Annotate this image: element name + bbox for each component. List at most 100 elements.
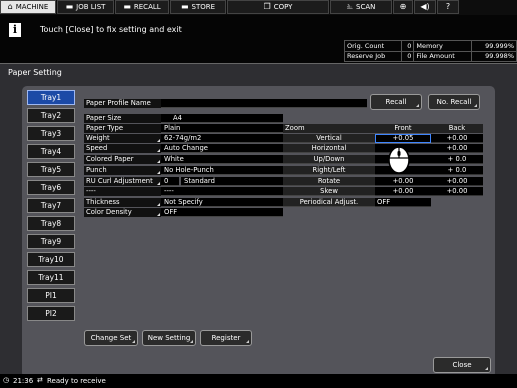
speed-button[interactable]: Speed bbox=[84, 144, 161, 153]
printer-icon: ▬ bbox=[123, 2, 131, 11]
change-set-button[interactable]: Change Set bbox=[84, 330, 138, 346]
tab-scan[interactable]: ⎁ SCAN bbox=[330, 0, 392, 14]
orig-count-value: 0 bbox=[401, 40, 415, 52]
back-rotate-cell[interactable]: +0.00 bbox=[431, 177, 483, 186]
printer-icon: ▬ bbox=[180, 2, 189, 11]
reserve-job-label: Reserve Job bbox=[343, 50, 403, 62]
tray-button[interactable]: Tray2 bbox=[27, 108, 75, 123]
memory-label: Memory bbox=[413, 40, 473, 52]
thickness-value: Not Specify bbox=[161, 198, 283, 207]
orig-count-label: Orig. Count bbox=[343, 40, 403, 52]
speaker-icon: ◀) bbox=[420, 2, 430, 11]
back-horizontal-cell[interactable]: +0.00 bbox=[431, 144, 483, 153]
paper-type-value: Plain bbox=[161, 124, 283, 133]
tab-copy[interactable]: ❐ COPY bbox=[227, 0, 329, 14]
zoom-row-label: Skew bbox=[283, 187, 375, 196]
speed-value: Auto Change bbox=[161, 144, 283, 153]
tray-button[interactable]: Tray9 bbox=[27, 234, 75, 249]
zoom-label: Zoom bbox=[283, 124, 375, 133]
tab-machine[interactable]: ⌂ MACHINE bbox=[0, 0, 56, 14]
colored-paper-button[interactable]: Colored Paper bbox=[84, 155, 161, 164]
clock-icon: ◷ bbox=[3, 376, 10, 384]
ru-curl-button[interactable]: RU Curl Adjustment bbox=[84, 177, 161, 186]
ready-status: Ready to receive bbox=[47, 377, 106, 385]
tray-button[interactable]: Tray7 bbox=[27, 198, 75, 213]
front-header: Front bbox=[375, 124, 431, 133]
no-recall-button[interactable]: No. Recall bbox=[428, 94, 480, 110]
status-table: Orig. Count 0 Memory 99.999% Reserve Job… bbox=[343, 40, 517, 62]
punch-value: No Hole-Punch bbox=[161, 166, 283, 175]
back-skew-cell[interactable]: +0.00 bbox=[431, 187, 483, 196]
profile-name-value bbox=[161, 99, 367, 108]
tray-button[interactable]: Tray6 bbox=[27, 180, 75, 195]
paper-type-label: Paper Type bbox=[84, 124, 161, 133]
bottom-status-bar: ◷ 21:36 ⇄ Ready to receive bbox=[0, 374, 517, 388]
tray-button[interactable]: Tray3 bbox=[27, 126, 75, 141]
volume-button[interactable]: ◀) bbox=[414, 0, 436, 14]
file-amount-value: 99.998% bbox=[471, 50, 517, 62]
tab-label: SCAN bbox=[356, 3, 376, 11]
zoom-row-label: Right/Left bbox=[283, 166, 375, 175]
tray-button[interactable]: Tray1 bbox=[27, 90, 75, 105]
new-setting-button[interactable]: New Setting bbox=[142, 330, 196, 346]
tab-label: COPY bbox=[273, 3, 293, 11]
back-rightleft-cell[interactable]: + 0.0 bbox=[431, 166, 483, 175]
paper-size-label: Paper Size bbox=[84, 114, 161, 123]
tray-button[interactable]: PI1 bbox=[27, 288, 75, 303]
close-button[interactable]: Close bbox=[433, 357, 491, 373]
recall-button[interactable]: Recall bbox=[370, 94, 422, 110]
front-rotate-cell[interactable]: +0.00 bbox=[375, 177, 431, 186]
network-icon: ⇄ bbox=[37, 376, 43, 384]
zoom-row-label: Up/Down bbox=[283, 155, 375, 164]
tab-label: MACHINE bbox=[15, 3, 49, 11]
punch-button[interactable]: Punch bbox=[84, 166, 161, 175]
tab-recall[interactable]: ▬ RECALL bbox=[115, 0, 169, 14]
back-updown-cell[interactable]: + 0.0 bbox=[431, 155, 483, 164]
zoom-row-label: Rotate bbox=[283, 177, 375, 186]
help-button[interactable]: ? bbox=[437, 0, 459, 14]
paper-size-value: A4 bbox=[161, 114, 283, 123]
back-vertical-cell[interactable]: +0.00 bbox=[431, 134, 483, 143]
tab-label: RECALL bbox=[133, 3, 161, 11]
ru-curl-value: Standard bbox=[181, 177, 283, 186]
front-skew-cell[interactable]: +0.00 bbox=[375, 187, 431, 196]
weight-value: 62-74g/m2 bbox=[161, 134, 283, 143]
color-density-button[interactable]: Color Density bbox=[84, 208, 161, 217]
top-tab-bar: ⌂ MACHINE ▬ JOB LIST ▬ RECALL ▬ STORE ❐ … bbox=[0, 0, 517, 15]
tray-button[interactable]: Tray4 bbox=[27, 144, 75, 159]
help-icon: ? bbox=[445, 2, 451, 11]
globe-button[interactable]: ⊕ bbox=[393, 0, 413, 14]
color-density-value: OFF bbox=[161, 208, 283, 217]
tab-label: JOB LIST bbox=[76, 3, 106, 11]
file-amount-label: File Amount bbox=[413, 50, 473, 62]
printer-icon: ▬ bbox=[65, 2, 74, 11]
tray-button[interactable]: Tray11 bbox=[27, 270, 75, 285]
tray-button[interactable]: Tray5 bbox=[27, 162, 75, 177]
zoom-row-label: Horizontal bbox=[283, 144, 375, 153]
profile-name-label: Paper Profile Name bbox=[84, 99, 161, 108]
tray-button[interactable]: Tray10 bbox=[27, 252, 75, 267]
zoom-row-label: Vertical bbox=[283, 134, 375, 143]
periodical-adjust-value[interactable]: OFF bbox=[375, 198, 431, 207]
weight-button[interactable]: Weight bbox=[84, 134, 161, 143]
front-vertical-cell[interactable]: +0.05 bbox=[375, 134, 431, 143]
tab-store[interactable]: ▬ STORE bbox=[170, 0, 226, 14]
back-header: Back bbox=[431, 124, 483, 133]
info-icon: i bbox=[9, 23, 21, 37]
copy-icon: ❐ bbox=[263, 2, 271, 11]
mouse-cursor-icon bbox=[388, 146, 410, 174]
time-display: 21:36 bbox=[13, 377, 34, 385]
tab-job-list[interactable]: ▬ JOB LIST bbox=[57, 0, 114, 14]
tray-button[interactable]: PI2 bbox=[27, 306, 75, 321]
register-button[interactable]: Register bbox=[200, 330, 252, 346]
periodical-adjust-label: Periodical Adjust. bbox=[283, 198, 375, 207]
home-icon: ⌂ bbox=[7, 2, 13, 11]
message-text: Touch [Close] to fix setting and exit bbox=[40, 25, 182, 34]
ru-curl-number: 0 bbox=[161, 177, 179, 186]
reserve-job-value: 0 bbox=[401, 50, 415, 62]
tab-label: STORE bbox=[191, 3, 216, 11]
tray-button[interactable]: Tray8 bbox=[27, 216, 75, 231]
globe-icon: ⊕ bbox=[399, 2, 407, 11]
memory-value: 99.999% bbox=[471, 40, 517, 52]
thickness-button[interactable]: Thickness bbox=[84, 198, 161, 207]
